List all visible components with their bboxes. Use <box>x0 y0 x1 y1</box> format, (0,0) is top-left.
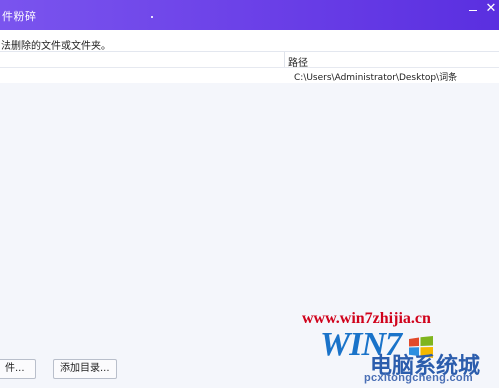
title-bar: 件粉碎 ✕ <box>0 0 499 30</box>
add-directory-button[interactable]: 添加目录... <box>53 359 117 379</box>
logo-pinyin: pcxitongcheng.com <box>364 372 473 384</box>
watermark-logo: WIN7 电脑系统城 pcxitongcheng.com <box>320 326 499 388</box>
row-path: C:\Users\Administrator\Desktop\词条 <box>294 73 458 83</box>
column-header-path[interactable]: 路径 <box>288 54 308 69</box>
minimize-button[interactable] <box>467 4 479 16</box>
title-dot <box>151 16 153 18</box>
list-header: 路径 <box>0 52 499 69</box>
close-button[interactable]: ✕ <box>484 2 498 16</box>
file-list[interactable]: 路径 C:\Users\Administrator\Desktop\词条 <box>0 51 499 352</box>
instruction-text: 法删除的文件或文件夹。 <box>1 41 111 52</box>
window-title: 件粉碎 <box>2 10 37 23</box>
add-file-button[interactable]: 件... <box>0 359 36 379</box>
column-separator[interactable] <box>284 52 285 67</box>
table-row[interactable]: C:\Users\Administrator\Desktop\词条 <box>0 68 499 83</box>
